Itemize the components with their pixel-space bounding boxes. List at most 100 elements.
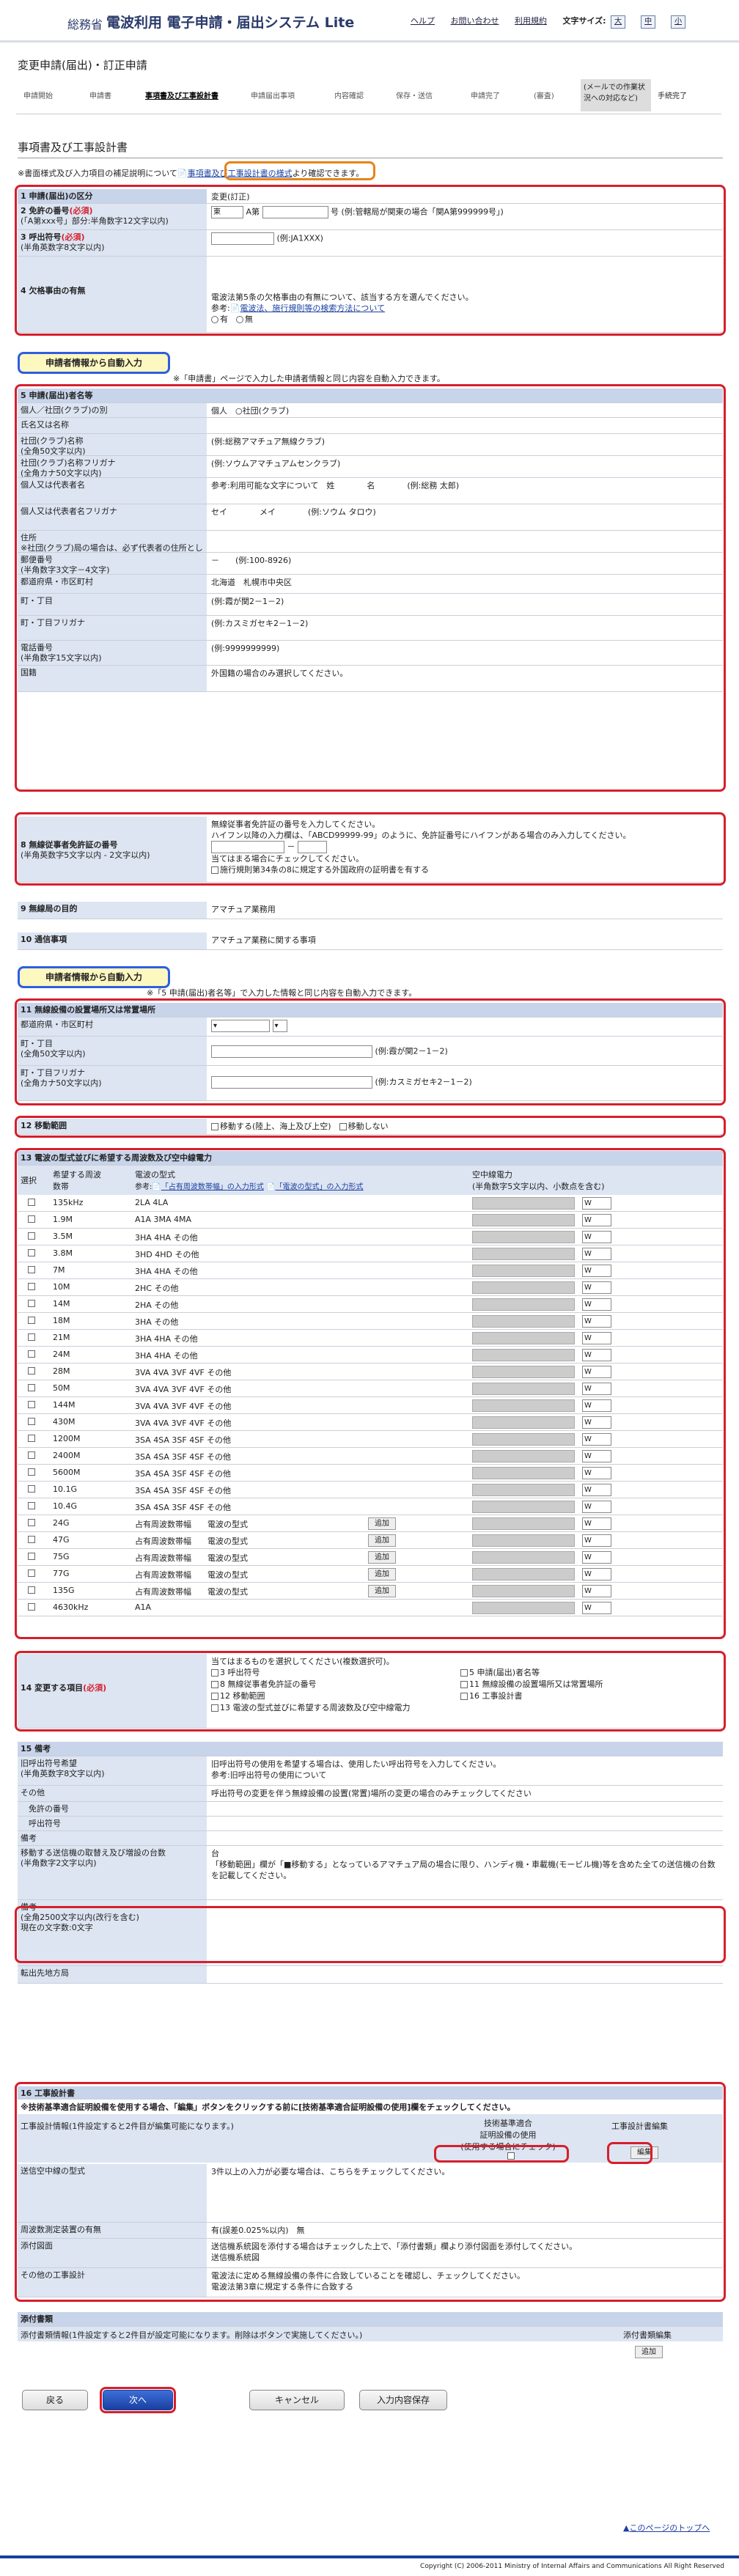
power-input[interactable] [472,1231,575,1243]
unit-select[interactable]: W [582,1281,611,1294]
back-button[interactable]: 戻る [22,2390,88,2410]
band-add-button[interactable]: 追加 [368,1534,396,1547]
bandwidth-format-link[interactable]: 「占有周波数帯幅」の入力形式 [161,1183,264,1191]
band-select-checkbox[interactable] [28,1451,35,1459]
s11-city-select[interactable]: ▾ [272,1020,287,1032]
band-select-checkbox[interactable] [28,1266,35,1273]
band-select-checkbox[interactable] [28,1468,35,1476]
unit-select[interactable]: W [582,1349,611,1361]
power-input[interactable] [472,1534,575,1547]
help-link[interactable]: ヘルプ [411,16,435,26]
auto-fill-button-1[interactable]: 申請者情報から自動入力 [18,352,170,374]
band-select-checkbox[interactable] [28,1199,35,1206]
emission-format-link[interactable]: 「電波の型式」の入力形式 [275,1183,363,1191]
unit-select[interactable]: W [582,1484,611,1496]
band-select-checkbox[interactable] [28,1553,35,1560]
power-input[interactable] [472,1501,575,1513]
power-input[interactable] [472,1349,575,1361]
unit-select[interactable]: W [582,1551,611,1564]
unit-select[interactable]: W [582,1231,611,1243]
change-item-checkbox[interactable] [211,1693,218,1700]
power-input[interactable] [472,1568,575,1580]
power-input[interactable] [472,1450,575,1462]
band-add-button[interactable]: 追加 [368,1585,396,1597]
contact-link[interactable]: お問い合わせ [451,16,499,26]
band-select-checkbox[interactable] [28,1317,35,1324]
power-input[interactable] [472,1517,575,1530]
power-input[interactable] [472,1585,575,1597]
cancel-button[interactable]: キャンセル [249,2390,345,2410]
power-input[interactable] [472,1467,575,1479]
unit-select[interactable]: W [582,1433,611,1446]
band-select-checkbox[interactable] [28,1519,35,1526]
unit-select[interactable]: W [582,1298,611,1311]
band-select-checkbox[interactable] [28,1300,35,1307]
font-large-button[interactable]: 大 [611,15,626,29]
unit-select[interactable]: W [582,1383,611,1395]
power-input[interactable] [472,1416,575,1429]
change-item-checkbox[interactable] [460,1693,468,1700]
band-select-checkbox[interactable] [28,1350,35,1358]
power-input[interactable] [472,1214,575,1226]
band-select-checkbox[interactable] [28,1367,35,1375]
band-select-checkbox[interactable] [28,1401,35,1408]
operator-license-input[interactable] [211,841,284,853]
unit-select[interactable]: W [582,1332,611,1344]
auto-fill-button-2[interactable]: 申請者情報から自動入力 [18,966,170,988]
band-add-button[interactable]: 追加 [368,1551,396,1564]
band-select-checkbox[interactable] [28,1502,35,1509]
band-select-checkbox[interactable] [28,1333,35,1341]
unit-select[interactable]: W [582,1585,611,1597]
unit-select[interactable]: W [582,1399,611,1412]
unit-select[interactable]: W [582,1248,611,1260]
power-input[interactable] [472,1197,575,1210]
s11-town-kana-input[interactable] [211,1076,372,1089]
callsign-input[interactable] [211,232,274,245]
change-item-checkbox[interactable] [460,1681,468,1688]
change-item-checkbox[interactable] [460,1669,468,1677]
change-item-checkbox[interactable] [211,1704,218,1712]
band-add-button[interactable]: 追加 [368,1568,396,1580]
band-select-checkbox[interactable] [28,1586,35,1594]
moving-yes-checkbox[interactable] [211,1123,218,1130]
power-input[interactable] [472,1366,575,1378]
power-input[interactable] [472,1265,575,1277]
license-pref-select[interactable]: 東 [211,206,243,218]
unit-select[interactable]: W [582,1517,611,1530]
band-select-checkbox[interactable] [28,1536,35,1543]
unit-select[interactable]: W [582,1197,611,1210]
unit-select[interactable]: W [582,1214,611,1226]
band-select-checkbox[interactable] [28,1215,35,1223]
unit-select[interactable]: W [582,1568,611,1580]
power-input[interactable] [472,1484,575,1496]
foreign-cert-checkbox[interactable] [211,866,218,874]
font-small-button[interactable]: 小 [671,15,686,29]
unit-select[interactable]: W [582,1467,611,1479]
band-select-checkbox[interactable] [28,1603,35,1611]
unit-select[interactable]: W [582,1534,611,1547]
band-select-checkbox[interactable] [28,1283,35,1290]
power-input[interactable] [472,1248,575,1260]
license-number-input[interactable] [262,206,328,218]
s11-town-input[interactable] [211,1045,372,1058]
unit-select[interactable]: W [582,1416,611,1429]
power-input[interactable] [472,1281,575,1294]
change-item-checkbox[interactable] [211,1681,218,1688]
band-select-checkbox[interactable] [28,1418,35,1425]
power-input[interactable] [472,1332,575,1344]
band-select-checkbox[interactable] [28,1384,35,1391]
search-method-link[interactable]: 電波法、施行規則等の検索方法について [240,303,385,313]
save-button[interactable]: 入力内容保存 [359,2390,447,2410]
attach-add-button[interactable]: 追加 [635,2346,663,2358]
unit-select[interactable]: W [582,1315,611,1328]
band-select-checkbox[interactable] [28,1569,35,1577]
unit-select[interactable]: W [582,1501,611,1513]
power-input[interactable] [472,1298,575,1311]
page-top-link[interactable]: このページのトップへ [629,2523,710,2533]
band-add-button[interactable]: 追加 [368,1517,396,1530]
power-input[interactable] [472,1383,575,1395]
font-medium-button[interactable]: 中 [641,15,656,29]
band-select-checkbox[interactable] [28,1485,35,1493]
power-input[interactable] [472,1399,575,1412]
unit-select[interactable]: W [582,1366,611,1378]
